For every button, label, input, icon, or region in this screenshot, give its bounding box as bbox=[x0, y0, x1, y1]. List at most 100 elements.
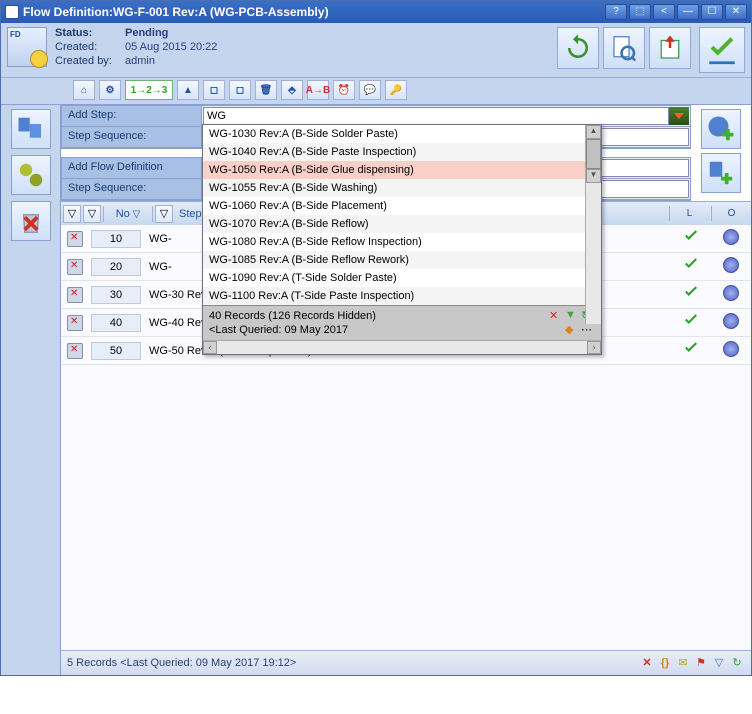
dropdown-item[interactable]: WG-1070 Rev:A (B-Side Reflow) bbox=[203, 215, 585, 233]
dropdown-item[interactable]: WG-1100 Rev:A (T-Side Paste Inspection) bbox=[203, 287, 585, 305]
dock-gears-icon[interactable] bbox=[11, 155, 51, 195]
sb-filter-icon[interactable]: ▽ bbox=[711, 655, 727, 671]
hscroll-left[interactable]: ‹ bbox=[203, 341, 217, 354]
cycle-button[interactable] bbox=[723, 341, 739, 357]
print-preview-button[interactable] bbox=[603, 27, 645, 69]
key-icon[interactable]: 🔑 bbox=[385, 80, 407, 100]
window-icon bbox=[5, 5, 19, 19]
check-icon bbox=[682, 340, 700, 358]
createdby-value: admin bbox=[125, 55, 217, 67]
minimize-button[interactable]: — bbox=[677, 4, 699, 20]
statusbar-text: 5 Records <Last Queried: 09 May 2017 19:… bbox=[67, 657, 296, 669]
add-flowdef-action-button[interactable] bbox=[701, 153, 741, 193]
step-sequence-label: Step Sequence: bbox=[62, 127, 202, 147]
dropdown-item[interactable]: WG-1040 Rev:A (B-Side Paste Inspection) bbox=[203, 143, 585, 161]
close-button[interactable]: ✕ bbox=[725, 4, 747, 20]
col-header-o[interactable]: O bbox=[711, 206, 751, 221]
hscroll-right[interactable]: › bbox=[587, 341, 601, 354]
delete-row-button[interactable] bbox=[67, 231, 83, 247]
add-flow-definition-label: Add Flow Definition bbox=[62, 158, 202, 178]
gear-icon[interactable]: ⚙ bbox=[99, 80, 121, 100]
scroll-down-button[interactable]: ▼ bbox=[586, 169, 601, 183]
left-dock bbox=[1, 105, 61, 675]
dropdown-item[interactable]: WG-1080 Rev:A (B-Side Reflow Inspection) bbox=[203, 233, 585, 251]
add-step-input[interactable] bbox=[203, 107, 669, 125]
delete-row-button[interactable] bbox=[67, 343, 83, 359]
delete-row-button[interactable] bbox=[67, 315, 83, 331]
dropdown-item[interactable]: WG-1030 Rev:A (B-Side Solder Paste) bbox=[203, 125, 585, 143]
dd-orange-icon[interactable]: ◆ bbox=[565, 323, 579, 337]
check-icon bbox=[682, 256, 700, 274]
scroll-thumb[interactable] bbox=[586, 139, 601, 169]
sb-del-icon[interactable]: ✕ bbox=[639, 655, 655, 671]
titlebar: Flow Definition:WG-F-001 Rev:A (WG-PCB-A… bbox=[1, 1, 751, 23]
check-icon bbox=[682, 228, 700, 246]
link-button[interactable]: ⬚ bbox=[629, 4, 651, 20]
filter1-icon[interactable]: ▽ bbox=[63, 205, 81, 223]
alarm-add-icon[interactable]: ⏰ bbox=[333, 80, 355, 100]
add-step-action-button[interactable] bbox=[701, 109, 741, 149]
dropdown-record-count: 40 Records (126 Records Hidden) bbox=[209, 310, 376, 322]
scroll-up-button[interactable]: ▲ bbox=[586, 125, 601, 139]
filter3-icon[interactable]: ▽ bbox=[155, 205, 173, 223]
link-icon[interactable]: ⬘ bbox=[281, 80, 303, 100]
refresh-button[interactable] bbox=[557, 27, 599, 69]
dd-del-icon[interactable]: ✕ bbox=[549, 309, 563, 323]
warning-icon[interactable]: ▲ bbox=[177, 80, 199, 100]
dd-opts-icon[interactable]: ⋯ bbox=[581, 323, 595, 337]
add-step-label: Add Step: bbox=[62, 106, 202, 126]
share-button[interactable]: < bbox=[653, 4, 675, 20]
delete-row-button[interactable] bbox=[67, 259, 83, 275]
dock-flowdef-icon[interactable] bbox=[11, 109, 51, 149]
export-excel-button[interactable] bbox=[649, 27, 691, 69]
help-button[interactable]: ? bbox=[605, 4, 627, 20]
flow-definition-icon bbox=[7, 27, 47, 67]
dd-filter-icon[interactable]: ▼ bbox=[565, 309, 579, 323]
approve-button[interactable] bbox=[699, 27, 745, 73]
row-no: 10 bbox=[91, 230, 141, 248]
dropdown-item[interactable]: WG-1050 Rev:A (B-Side Glue dispensing) bbox=[203, 161, 585, 179]
check-icon bbox=[682, 312, 700, 330]
check-icon bbox=[682, 284, 700, 302]
cycle-button[interactable] bbox=[723, 229, 739, 245]
comment-icon[interactable]: 💬 bbox=[359, 80, 381, 100]
step-sequence2-label: Step Sequence: bbox=[62, 179, 202, 199]
row-no: 40 bbox=[91, 314, 141, 332]
row-no: 50 bbox=[91, 342, 141, 360]
page-icon[interactable]: ◻ bbox=[229, 80, 251, 100]
add-step-dropdown-arrow[interactable] bbox=[669, 107, 689, 125]
ab-icon[interactable]: A→B bbox=[307, 80, 329, 100]
cycle-button[interactable] bbox=[723, 285, 739, 301]
secondary-toolbar: ⌂ ⚙ 1→2→3 ▲ ◻ ◻ 🗑 ⬘ A→B ⏰ 💬 🔑 bbox=[1, 78, 751, 105]
maximize-button[interactable]: ☐ bbox=[701, 4, 723, 20]
cycle-button[interactable] bbox=[723, 257, 739, 273]
step-123-button[interactable]: 1→2→3 bbox=[125, 80, 173, 100]
window-title: Flow Definition:WG-F-001 Rev:A (WG-PCB-A… bbox=[23, 5, 603, 19]
header-panel: Status: Pending Created: 05 Aug 2015 20:… bbox=[1, 23, 751, 78]
sb-flag-icon[interactable]: ⚑ bbox=[693, 655, 709, 671]
col-header-no[interactable]: No ▽ bbox=[103, 206, 153, 222]
sb-refresh-icon[interactable]: ↻ bbox=[729, 655, 745, 671]
step-dropdown: WG-1030 Rev:A (B-Side Solder Paste)WG-10… bbox=[202, 124, 602, 355]
trash-icon[interactable]: 🗑 bbox=[255, 80, 277, 100]
statusbar: 5 Records <Last Queried: 09 May 2017 19:… bbox=[61, 650, 751, 675]
created-label: Created: bbox=[55, 41, 125, 53]
dropdown-item[interactable]: WG-1090 Rev:A (T-Side Solder Paste) bbox=[203, 269, 585, 287]
status-label: Status: bbox=[55, 27, 125, 39]
sb-mail-icon[interactable]: ✉ bbox=[675, 655, 691, 671]
dropdown-item[interactable]: WG-1060 Rev:A (B-Side Placement) bbox=[203, 197, 585, 215]
created-value: 05 Aug 2015 20:22 bbox=[125, 41, 217, 53]
dropdown-item[interactable]: WG-1055 Rev:A (B-Side Washing) bbox=[203, 179, 585, 197]
status-value: Pending bbox=[125, 27, 217, 39]
createdby-label: Created by: bbox=[55, 55, 125, 67]
col-header-l[interactable]: L bbox=[669, 206, 709, 221]
dock-trash-icon[interactable] bbox=[11, 201, 51, 241]
filter2-icon[interactable]: ▽ bbox=[83, 205, 101, 223]
dropdown-last-queried: <Last Queried: 09 May 2017 bbox=[209, 324, 348, 336]
home-icon[interactable]: ⌂ bbox=[73, 80, 95, 100]
sb-braces-icon[interactable]: {} bbox=[657, 655, 673, 671]
dropdown-item[interactable]: WG-1085 Rev:A (B-Side Reflow Rework) bbox=[203, 251, 585, 269]
doc-icon[interactable]: ◻ bbox=[203, 80, 225, 100]
cycle-button[interactable] bbox=[723, 313, 739, 329]
delete-row-button[interactable] bbox=[67, 287, 83, 303]
